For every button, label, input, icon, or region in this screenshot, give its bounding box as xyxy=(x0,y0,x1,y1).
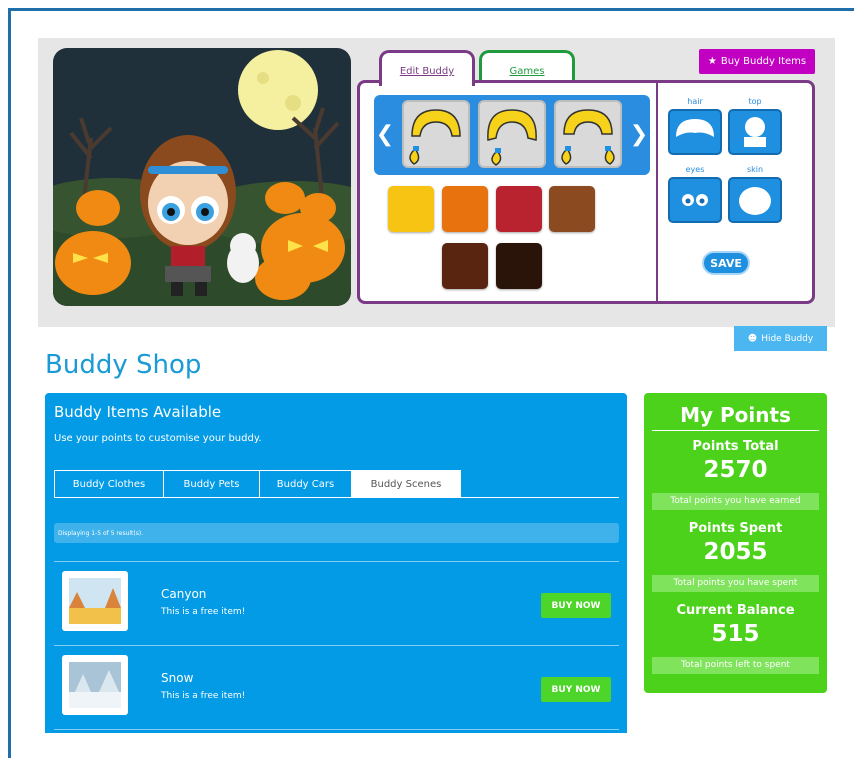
category-label-top: top xyxy=(748,97,762,106)
category-label-skin: skin xyxy=(746,165,764,174)
hair-style-carousel: ❮ ❯ xyxy=(374,95,650,175)
points-total-note: Total points you have earned xyxy=(652,493,819,510)
tab-buddy-cars[interactable]: Buddy Cars xyxy=(259,470,352,498)
divider xyxy=(54,561,619,562)
pigtails-hair-icon xyxy=(409,109,461,165)
color-swatch[interactable] xyxy=(549,186,595,232)
star-icon: ★ xyxy=(707,56,717,67)
panel-divider xyxy=(656,83,658,301)
hide-buddy-label: Hide Buddy xyxy=(761,333,814,344)
category-label-hair: hair xyxy=(687,97,703,106)
panel-subheading: Use your points to customise your buddy. xyxy=(54,433,262,444)
buddy-editor: Edit Buddy Games ★ Buy Buddy Items ❮ ❯ h… xyxy=(38,38,835,327)
page: Edit Buddy Games ★ Buy Buddy Items ❮ ❯ h… xyxy=(0,0,854,758)
my-points-panel: My Points Points Total 2570 Total points… xyxy=(644,393,827,693)
hair-option[interactable] xyxy=(402,100,470,168)
top-border xyxy=(8,8,854,11)
color-swatch[interactable] xyxy=(496,186,542,232)
item-description: This is a free item! xyxy=(161,607,246,617)
tab-buddy-pets[interactable]: Buddy Pets xyxy=(163,470,260,498)
points-title: My Points xyxy=(680,403,791,427)
points-spent-note: Total points you have spent xyxy=(652,575,819,592)
color-swatch[interactable] xyxy=(388,186,434,232)
carousel-next-arrow-icon[interactable]: ❯ xyxy=(628,103,650,167)
tab-games[interactable]: Games xyxy=(479,50,575,84)
carousel-prev-arrow-icon[interactable]: ❮ xyxy=(374,103,396,167)
current-balance-value: 515 xyxy=(711,621,760,647)
item-name: Canyon xyxy=(161,587,207,601)
hair-icon xyxy=(676,119,714,137)
divider xyxy=(54,645,619,646)
buy-now-button[interactable]: BUY NOW xyxy=(541,677,611,702)
item-description: This is a free item! xyxy=(161,691,246,701)
points-spent-value: 2055 xyxy=(703,539,768,565)
buddy-icon: ☻ xyxy=(747,333,758,344)
color-swatch[interactable] xyxy=(442,243,488,289)
item-thumbnail xyxy=(62,655,128,715)
tab-buddy-clothes[interactable]: Buddy Clothes xyxy=(54,470,164,498)
left-border xyxy=(8,8,11,758)
ponytail-hair-icon xyxy=(487,109,537,166)
page-title: Buddy Shop xyxy=(45,350,202,380)
current-balance-label: Current Balance xyxy=(676,603,795,618)
tab-edit-buddy[interactable]: Edit Buddy xyxy=(379,50,475,86)
category-hair-button[interactable] xyxy=(668,109,722,155)
points-total-value: 2570 xyxy=(703,457,768,483)
hair-option[interactable] xyxy=(554,100,622,168)
item-thumbnail xyxy=(62,571,128,631)
buy-buddy-items-label: Buy Buddy Items xyxy=(720,56,807,67)
buy-now-button[interactable]: BUY NOW xyxy=(541,593,611,618)
color-swatch[interactable] xyxy=(496,243,542,289)
shop-tabs: Buddy Clothes Buddy Pets Buddy Cars Budd… xyxy=(54,470,461,498)
eyes-icon xyxy=(682,194,708,206)
divider xyxy=(54,729,619,730)
points-total-label: Points Total xyxy=(692,439,779,454)
category-label-eyes: eyes xyxy=(685,165,705,174)
top-icon xyxy=(744,117,766,147)
halloween-scene-illustration xyxy=(53,48,351,306)
hide-buddy-button[interactable]: ☻ Hide Buddy xyxy=(734,326,827,351)
list-item: Canyon This is a free item! BUY NOW xyxy=(54,563,619,643)
skin-icon xyxy=(739,187,771,215)
list-item: Snow This is a free item! BUY NOW xyxy=(54,647,619,727)
edit-panel: ❮ ❯ hair top eyes skin SAVE xyxy=(357,80,815,304)
double-pigtails-hair-icon xyxy=(561,109,615,165)
tabs-underline xyxy=(54,497,619,498)
buddy-items-panel: Buddy Items Available Use your points to… xyxy=(45,393,627,733)
canyon-scene-icon xyxy=(69,578,121,624)
tab-buddy-scenes[interactable]: Buddy Scenes xyxy=(351,470,461,498)
hair-option[interactable] xyxy=(478,100,546,168)
item-name: Snow xyxy=(161,671,194,685)
snow-scene-icon xyxy=(69,662,121,708)
buy-buddy-items-button[interactable]: ★ Buy Buddy Items xyxy=(699,49,815,74)
points-spent-label: Points Spent xyxy=(688,521,783,536)
results-count: Displaying 1-5 of 5 result(s). xyxy=(54,523,619,543)
points-divider xyxy=(652,430,819,431)
category-top-button[interactable] xyxy=(728,109,782,155)
color-swatch[interactable] xyxy=(442,186,488,232)
current-balance-note: Total points left to spent xyxy=(652,657,819,674)
category-skin-button[interactable] xyxy=(728,177,782,223)
buddy-preview-scene xyxy=(53,48,351,306)
save-button[interactable]: SAVE xyxy=(702,251,750,275)
category-eyes-button[interactable] xyxy=(668,177,722,223)
panel-heading: Buddy Items Available xyxy=(54,403,222,421)
